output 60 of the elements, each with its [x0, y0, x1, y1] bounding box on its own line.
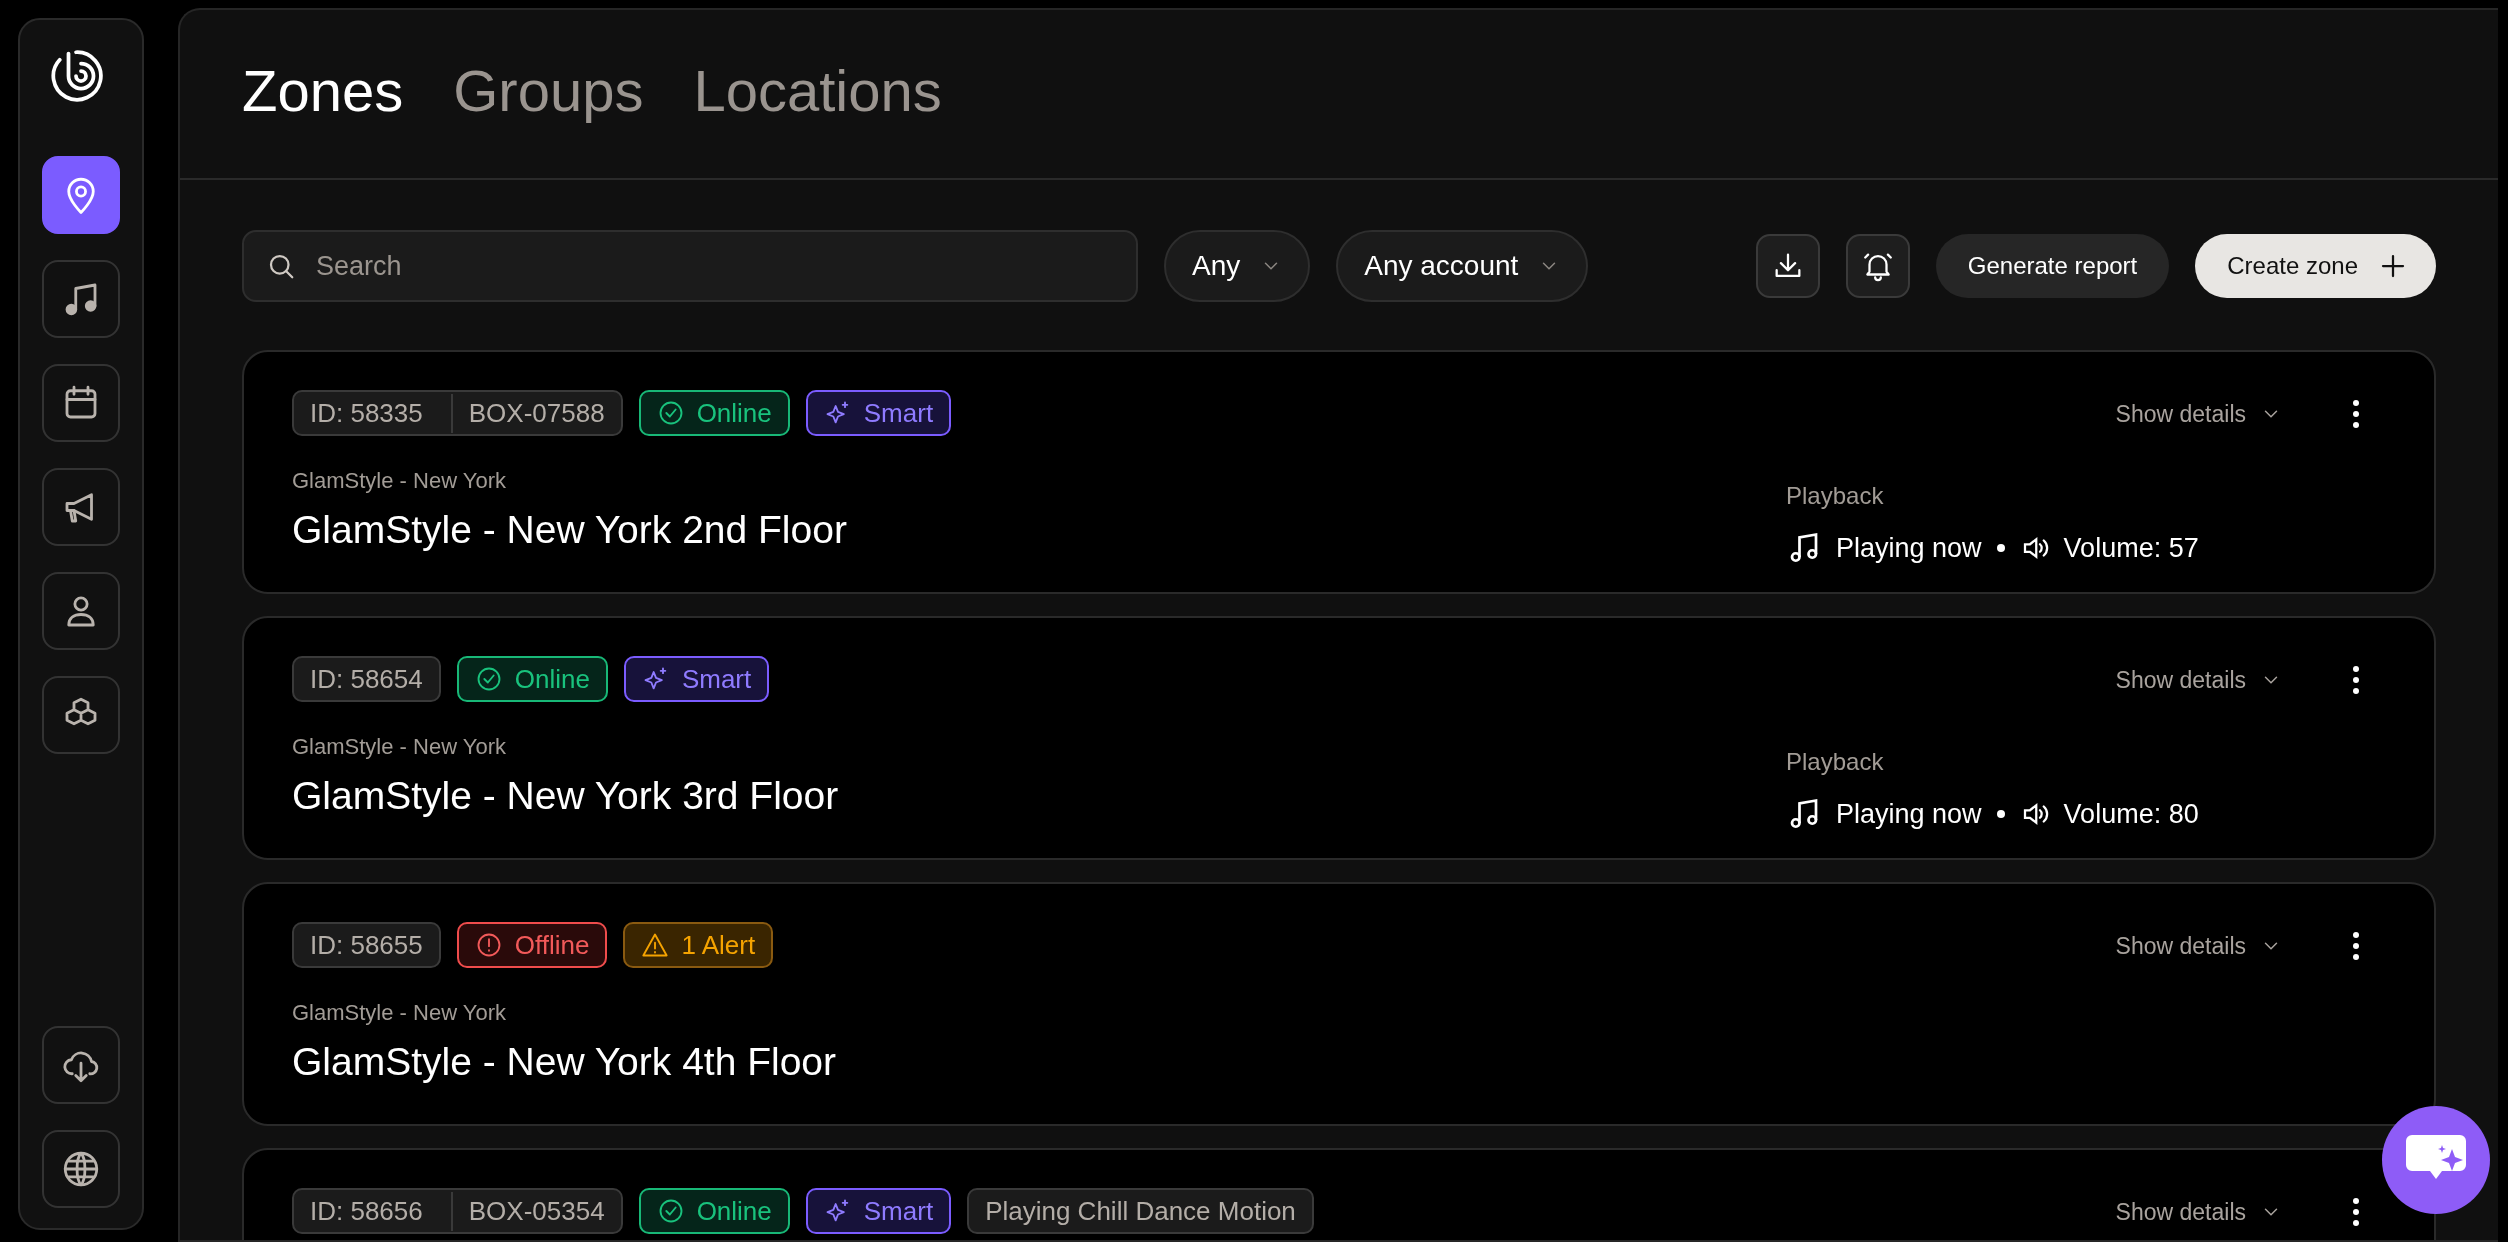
zone-id-text: ID: 58335 [309, 396, 424, 430]
zone-card[interactable]: ID: 58655 Offline 1 Alert GlamStyle - New York GlamStyle - New York 4th Floor Show details [242, 882, 2436, 1126]
box-id-text: BOX-07588 [450, 393, 621, 433]
sidebar-cubes-button[interactable] [42, 676, 120, 754]
sidebar-person-button[interactable] [42, 572, 120, 650]
sidebar-pin-button[interactable] [42, 156, 120, 234]
sidebar-calendar-button[interactable] [42, 364, 120, 442]
tag-label: Online [696, 1194, 772, 1228]
filter-dropdown[interactable]: Any [1164, 230, 1311, 302]
bullet-separator-icon [1995, 809, 2006, 820]
show-details-button[interactable]: Show details [2115, 662, 2282, 698]
tag-label: 1 Alert [681, 928, 756, 962]
sidebar-megaphone-button[interactable] [42, 468, 120, 546]
zone-card[interactable]: ID: 58654 Online Smart GlamStyle - New York GlamStyle - New York 3rd Floor Show details Playback Playing now Volume: 80 [242, 616, 2436, 860]
tab[interactable]: Locations [693, 59, 942, 123]
volume-level-text: Volume: 57 [2063, 532, 2199, 565]
tag-label: Online [514, 662, 590, 696]
create-zone-button[interactable]: Create zone [2195, 234, 2436, 298]
tab[interactable]: Groups [453, 59, 644, 123]
zone-name: GlamStyle - New York 4th Floor [292, 1039, 837, 1085]
now-playing-tag: Playing Chill Dance Motion [967, 1188, 1314, 1234]
download-button[interactable] [1755, 234, 1820, 298]
tag-label: Offline [514, 928, 590, 962]
playback-label: Playback [1786, 747, 1885, 777]
sidebar-download-button[interactable] [42, 1026, 120, 1104]
generate-report-button[interactable]: Generate report [1935, 234, 2170, 298]
zone-name: GlamStyle - New York 2nd Floor [292, 507, 848, 553]
tab[interactable]: Zones [242, 59, 404, 123]
playback-status: Playing now [1836, 532, 1982, 565]
tag-label: Online [696, 396, 772, 430]
tag-label: Smart [863, 396, 934, 430]
kebab-menu-icon [2352, 665, 2360, 695]
tag-label: Smart [681, 662, 752, 696]
zone-id-text: ID: 58655 [309, 928, 424, 962]
zone-id-text: ID: 58656 [309, 1194, 424, 1228]
zone-card[interactable]: ID: 58656 BOX-05354 Online Smart Playing Chill Dance Motion Show details [242, 1148, 2436, 1240]
warning-triangle-icon [641, 931, 670, 959]
zone-location: GlamStyle - New York [292, 467, 507, 495]
search-field[interactable]: Search [242, 230, 1138, 302]
kebab-menu-icon [2352, 399, 2360, 429]
bullet-separator-icon [1995, 543, 2006, 554]
show-details-button[interactable]: Show details [2115, 396, 2282, 432]
playback-status: Playing now [1836, 798, 1982, 831]
zone-id-text: ID: 58654 [309, 662, 424, 696]
volume-level-text: Volume: 80 [2063, 798, 2199, 831]
sidebar-music-note-button[interactable] [42, 260, 120, 338]
kebab-menu-icon [2352, 931, 2360, 961]
sidebar-language-button[interactable] [42, 1130, 120, 1208]
show-details-button[interactable]: Show details [2115, 928, 2282, 964]
zone-name: GlamStyle - New York 3rd Floor [292, 773, 839, 819]
playback-label: Playback [1786, 481, 1885, 511]
tag-label: Smart [863, 1194, 934, 1228]
show-details-button[interactable]: Show details [2115, 1194, 2282, 1230]
zone-location: GlamStyle - New York [292, 999, 507, 1027]
box-id-text: BOX-05354 [450, 1191, 621, 1231]
kebab-menu-icon [2352, 1197, 2360, 1227]
alarm-bell-button[interactable] [1845, 234, 1910, 298]
zone-card[interactable]: ID: 58335 BOX-07588 Online Smart GlamStyle - New York GlamStyle - New York 2nd Floor Show details Playback Playing now Volume: 57 [242, 350, 2436, 594]
zone-location: GlamStyle - New York [292, 733, 507, 761]
filter-dropdown[interactable]: Any account [1336, 230, 1589, 302]
